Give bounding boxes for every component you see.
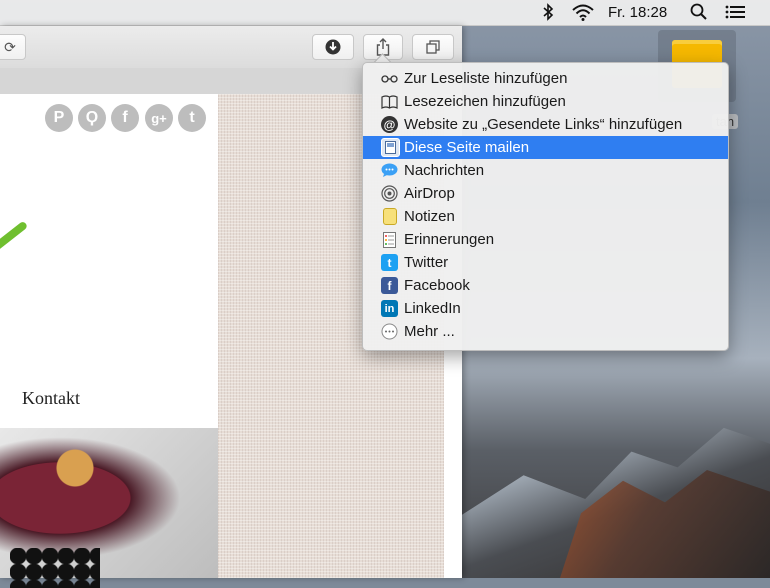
menu-item-label: Website zu „Gesendete Links“ hinzufügen (404, 116, 683, 133)
menu-item-label: Lesezeichen hinzufügen (404, 93, 566, 110)
glasses-icon (381, 70, 398, 87)
menu-item-notes[interactable]: Notizen (363, 205, 728, 228)
facebook-icon: f (381, 277, 398, 294)
menu-item-label: Mehr ... (404, 323, 455, 340)
contact-link[interactable]: Kontakt (22, 388, 80, 409)
reminders-icon (381, 231, 398, 248)
menu-item-airdrop[interactable]: AirDrop (363, 182, 728, 205)
menu-item-mail[interactable]: Diese Seite mailen (363, 136, 728, 159)
menu-item-shared-links[interactable]: @ Website zu „Gesendete Links“ hinzufüge… (363, 113, 728, 136)
at-icon: @ (381, 116, 398, 133)
menu-item-label: LinkedIn (404, 300, 461, 317)
menu-item-label: Zur Leseliste hinzufügen (404, 70, 568, 87)
menubar-clock[interactable]: Fr. 18:28 (608, 3, 667, 22)
menu-item-bookmark[interactable]: Lesezeichen hinzufügen (363, 90, 728, 113)
menu-item-messages[interactable]: Nachrichten (363, 159, 728, 182)
menu-item-label: Notizen (404, 208, 455, 225)
google-plus-icon[interactable]: g+ (145, 104, 173, 132)
twitter-social-icon[interactable]: t (178, 104, 206, 132)
reload-button[interactable]: ⟳ (0, 34, 26, 60)
menubar: Fr. 18:28 (0, 0, 770, 26)
decorative-stroke (0, 220, 29, 252)
facebook-social-icon[interactable]: f (111, 104, 139, 132)
reload-icon: ⟳ (4, 38, 16, 55)
menu-item-reminders[interactable]: Erinnerungen (363, 228, 728, 251)
more-icon (381, 323, 398, 340)
food-photo (0, 428, 218, 588)
notification-center-icon[interactable] (724, 3, 746, 26)
airdrop-icon (381, 185, 398, 202)
bluetooth-icon[interactable] (541, 3, 555, 26)
messages-icon (381, 162, 398, 179)
notes-icon (383, 208, 397, 225)
menu-item-facebook[interactable]: f Facebook (363, 274, 728, 297)
menu-item-reading-list[interactable]: Zur Leseliste hinzufügen (363, 67, 728, 90)
linkedin-icon: in (381, 300, 398, 317)
show-tabs-button[interactable] (412, 34, 454, 60)
downloads-button[interactable] (312, 34, 354, 60)
menu-item-label: AirDrop (404, 185, 455, 202)
share-menu: Zur Leseliste hinzufügen Lesezeichen hin… (362, 62, 729, 351)
tabs-icon (426, 40, 440, 54)
menu-item-more[interactable]: Mehr ... (363, 320, 728, 343)
wifi-icon[interactable] (571, 3, 595, 26)
menu-item-label: Nachrichten (404, 162, 485, 179)
twitter-icon: t (381, 254, 398, 271)
menu-item-label: Facebook (404, 277, 470, 294)
blog-icon[interactable]: Ϙ (78, 104, 106, 132)
menu-item-label: Twitter (404, 254, 449, 271)
mail-icon (381, 138, 400, 157)
pinterest-icon[interactable]: P (45, 104, 73, 132)
menu-item-label: Diese Seite mailen (404, 139, 530, 156)
menu-item-label: Erinnerungen (404, 231, 495, 248)
blackberries (10, 548, 100, 588)
menu-item-linkedin[interactable]: in LinkedIn (363, 297, 728, 320)
spotlight-search-icon[interactable] (690, 3, 708, 26)
book-icon (381, 93, 398, 110)
download-icon (325, 39, 341, 55)
menu-item-twitter[interactable]: t Twitter (363, 251, 728, 274)
